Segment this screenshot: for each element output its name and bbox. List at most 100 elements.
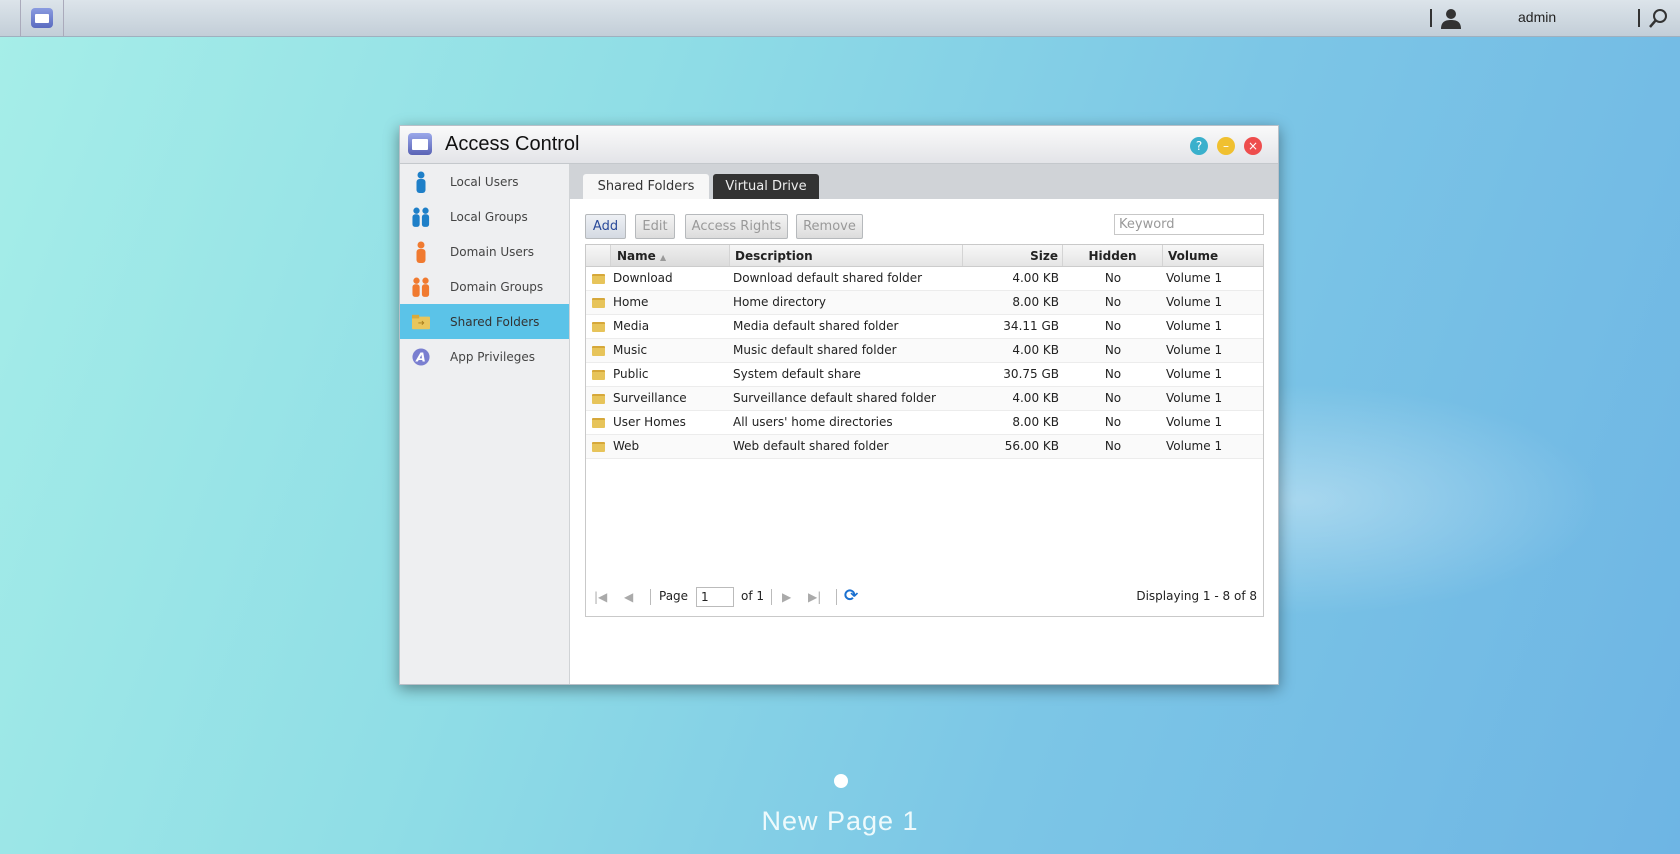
column-label: Name — [617, 249, 656, 263]
cell-volume: Volume 1 — [1166, 391, 1223, 405]
cell-name: Surveillance — [613, 391, 687, 405]
cell-hidden: No — [1104, 415, 1122, 429]
sidebar-item-shared-folders[interactable]: Shared Folders — [400, 304, 569, 339]
cell-hidden: No — [1104, 271, 1122, 285]
cell-name: Media — [613, 319, 650, 333]
grid-body: Download Download default shared folder 4.… — [586, 267, 1263, 459]
table-row[interactable]: Download Download default shared folder 4.… — [586, 267, 1263, 291]
refresh-icon[interactable]: ⟳ — [844, 586, 858, 606]
cell-size: 34.11 GB — [1003, 319, 1059, 333]
cell-hidden: No — [1104, 319, 1122, 333]
sidebar-item-local-groups[interactable]: Local Groups — [400, 199, 569, 234]
remove-button[interactable]: Remove — [796, 214, 863, 239]
column-header-description[interactable]: Description — [730, 245, 963, 266]
user-icon[interactable] — [1440, 7, 1462, 29]
sidebar-item-label: Domain Groups — [450, 279, 544, 294]
cell-name: Public — [613, 367, 649, 381]
tab-virtual-drive[interactable]: Virtual Drive — [713, 174, 819, 199]
search-icon[interactable] — [1648, 8, 1668, 28]
divider — [650, 589, 651, 605]
tab-shared-folders[interactable]: Shared Folders — [583, 174, 709, 199]
cell-volume: Volume 1 — [1166, 295, 1223, 309]
table-row[interactable]: Media Media default shared folder 34.11 GB… — [586, 315, 1263, 339]
column-header-volume[interactable]: Volume — [1163, 245, 1263, 266]
keyword-search-input[interactable]: Keyword — [1114, 214, 1264, 235]
column-header-size[interactable]: Size — [963, 245, 1063, 266]
divider — [836, 589, 837, 605]
svg-text:A: A — [415, 349, 426, 364]
divider — [1430, 9, 1432, 27]
folder-icon — [412, 311, 430, 333]
table-row[interactable]: Public System default share 30.75 GB No Volu… — [586, 363, 1263, 387]
cell-size: 8.00 KB — [1012, 415, 1059, 429]
desktop-page-name: New Page 1 — [761, 806, 919, 836]
username[interactable]: admin — [1518, 9, 1556, 25]
sidebar-item-label: Domain Users — [450, 244, 534, 259]
cell-size: 4.00 KB — [1012, 271, 1059, 285]
first-page-icon[interactable]: |◀ — [594, 590, 607, 604]
cell-hidden: No — [1104, 439, 1122, 453]
cell-name: Web — [613, 439, 640, 453]
table-row[interactable]: Surveillance Surveillance default shared … — [586, 387, 1263, 411]
cell-volume: Volume 1 — [1166, 367, 1223, 381]
cell-name: Music — [613, 343, 648, 357]
cell-size: 56.00 KB — [1004, 439, 1059, 453]
sidebar-item-domain-groups[interactable]: Domain Groups — [400, 269, 569, 304]
sidebar-item-app-privileges[interactable]: A App Privileges — [400, 339, 569, 374]
page-indicator-dot[interactable] — [834, 774, 848, 788]
cell-hidden: No — [1104, 391, 1122, 405]
add-button[interactable]: Add — [585, 214, 626, 239]
table-row[interactable]: User Homes All users' home directories 8.0… — [586, 411, 1263, 435]
tab-strip: Shared Folders Virtual Drive — [570, 164, 1278, 199]
help-button[interactable]: ? — [1190, 137, 1208, 155]
divider — [1638, 9, 1640, 27]
close-button[interactable]: × — [1244, 137, 1262, 155]
column-header-icon — [586, 245, 611, 266]
cell-description: Music default shared folder — [733, 343, 897, 357]
main-panel: Shared Folders Virtual Drive Add Edit Ac… — [570, 164, 1278, 684]
cell-name: Download — [613, 271, 673, 285]
sidebar: Local Users Local Groups Domain Users Do… — [400, 164, 570, 684]
users-icon — [412, 276, 430, 298]
access-control-app-button[interactable] — [20, 0, 64, 36]
minimize-button[interactable]: – — [1217, 137, 1235, 155]
folder-icon — [586, 411, 611, 434]
column-header-name[interactable]: Name ▲ — [611, 245, 730, 266]
cell-name: User Homes — [613, 415, 686, 429]
cell-description: System default share — [733, 367, 861, 381]
sidebar-item-label: App Privileges — [450, 349, 535, 364]
user-icon — [412, 171, 430, 193]
folder-icon — [586, 315, 611, 338]
table-row[interactable]: Web Web default shared folder 56.00 KB No Vo… — [586, 435, 1263, 459]
edit-button[interactable]: Edit — [635, 214, 675, 239]
sort-ascending-icon: ▲ — [659, 253, 667, 262]
previous-page-icon[interactable]: ◀ — [624, 590, 633, 604]
next-page-icon[interactable]: ▶ — [782, 590, 791, 604]
access-rights-button[interactable]: Access Rights — [685, 214, 788, 239]
cell-size: 4.00 KB — [1012, 343, 1059, 357]
cell-hidden: No — [1104, 367, 1122, 381]
last-page-icon[interactable]: ▶| — [808, 590, 821, 604]
page-number-input[interactable]: 1 — [696, 587, 734, 607]
table-row[interactable]: Music Music default shared folder 4.00 KB N… — [586, 339, 1263, 363]
cell-size: 30.75 GB — [1003, 367, 1059, 381]
table-row[interactable]: Home Home directory 8.00 KB No Volume 1 — [586, 291, 1263, 315]
page-total: of 1 — [741, 589, 765, 603]
users-icon — [412, 206, 430, 228]
cell-size: 8.00 KB — [1012, 295, 1059, 309]
app-privileges-icon: A — [412, 346, 430, 368]
cell-description: Web default shared folder — [733, 439, 889, 453]
window-title: Access Control — [445, 133, 580, 155]
displaying-count: Displaying 1 - 8 of 8 — [1136, 589, 1257, 603]
cell-volume: Volume 1 — [1166, 343, 1223, 357]
title-bar[interactable]: Access Control ? – × — [400, 126, 1278, 164]
cell-name: Home — [613, 295, 649, 309]
sidebar-item-local-users[interactable]: Local Users — [400, 164, 569, 199]
sidebar-item-label: Local Users — [450, 174, 519, 189]
cell-hidden: No — [1104, 343, 1122, 357]
sidebar-item-domain-users[interactable]: Domain Users — [400, 234, 569, 269]
sidebar-item-label: Local Groups — [450, 209, 528, 224]
cell-size: 4.00 KB — [1012, 391, 1059, 405]
user-icon — [412, 241, 430, 263]
column-header-hidden[interactable]: Hidden — [1063, 245, 1163, 266]
